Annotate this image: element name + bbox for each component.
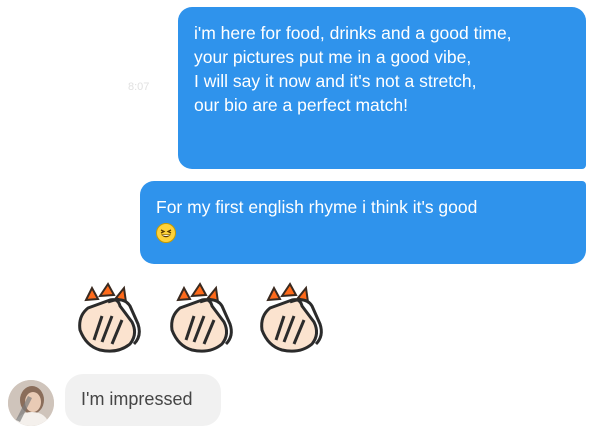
received-message-bubble[interactable]: I'm impressed — [65, 374, 221, 426]
message-line: our bio are a perfect match! — [194, 95, 408, 115]
sent-message-bubble[interactable]: For my first english rhyme i think it's … — [140, 181, 586, 264]
grinning-squinting-face-icon — [156, 223, 176, 243]
clapping-hands-icon — [164, 282, 246, 356]
message-line: i'm here for food, drinks and a good tim… — [194, 23, 512, 43]
message-line: I will say it now and it's not a stretch… — [194, 71, 477, 91]
message-timestamp: 8:07 — [128, 81, 150, 93]
message-text: I'm impressed — [81, 389, 193, 409]
sent-message-bubble[interactable]: i'm here for food, drinks and a good tim… — [178, 7, 586, 169]
message-line: For my first english rhyme i think it's … — [156, 197, 478, 217]
clapping-hands-icon — [72, 282, 154, 356]
reaction-row — [72, 282, 342, 356]
avatar[interactable] — [8, 380, 54, 426]
clapping-hands-icon — [254, 282, 336, 356]
message-line: your pictures put me in a good vibe, — [194, 47, 472, 67]
